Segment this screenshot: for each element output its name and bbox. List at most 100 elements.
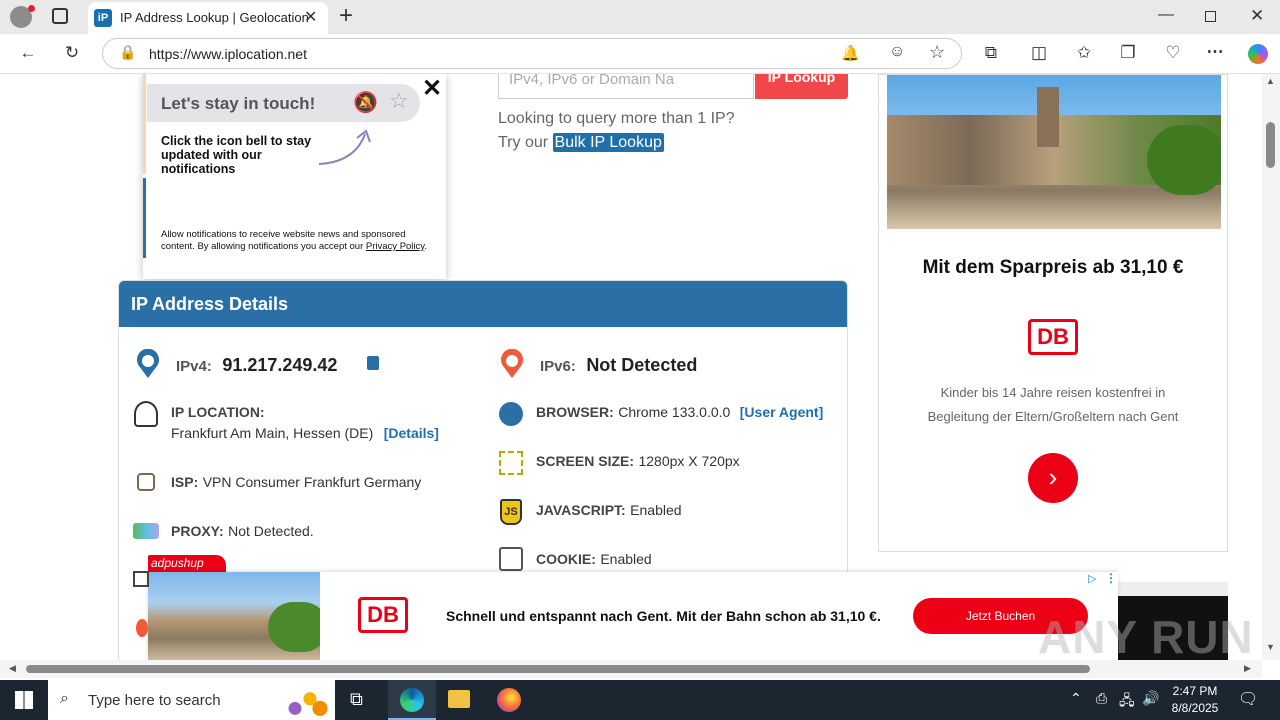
tray-chevron-icon[interactable]: ⌃ (1070, 690, 1082, 707)
popup-fineprint: Allow notifications to receive website n… (161, 229, 431, 253)
popup-title-bar: Let's stay in touch! 🔕 ☆ (147, 84, 420, 122)
isp-row: ISP: VPN Consumer Frankfurt Germany (171, 474, 421, 492)
cookie-value: Enabled (600, 551, 652, 567)
ad-options-icon[interactable]: ⋮ (1105, 571, 1117, 585)
ip-lookup-button[interactable]: IP Lookup (755, 74, 848, 99)
ip-search-input[interactable]: IPv4, IPv6 or Domain Na (498, 74, 754, 99)
javascript-label: JAVASCRIPT: (536, 502, 626, 518)
task-view-icon[interactable]: ⧉ (350, 689, 363, 710)
side-ad-placeholder (1118, 582, 1228, 596)
javascript-value: Enabled (630, 502, 682, 518)
browser-value: Chrome 133.0.0.0 (618, 404, 731, 420)
browser-toolbar: ← ↻ 🔒 https://www.iplocation.net 🔔 ☺ ☆ ⧉… (0, 34, 1280, 74)
location-row: Frankfurt Am Main, Hessen (DE) [Details] (171, 425, 439, 443)
tray-date: 8/8/2025 (1171, 701, 1219, 715)
location-details-link[interactable]: [Details] (384, 425, 439, 441)
popup-fineprint-end: . (424, 241, 427, 252)
cookie-label: COOKIE: (536, 551, 596, 567)
window-close-icon[interactable]: ✕ (1250, 6, 1264, 26)
notification-center-icon[interactable]: 🗨 (1238, 689, 1258, 709)
isp-label: ISP: (171, 474, 199, 490)
taskbar-search-box[interactable]: ⌕ Type here to search (48, 680, 335, 720)
scroll-left-icon[interactable]: ◀ (9, 663, 16, 674)
privacy-policy-link[interactable]: Privacy Policy (366, 241, 424, 252)
notification-popup: Let's stay in touch! 🔕 ☆ Click the icon … (143, 74, 446, 279)
city-photo (887, 75, 1221, 229)
bulk-try-row: Try our Bulk IP Lookup (498, 133, 664, 152)
new-tab-button[interactable]: + (339, 2, 353, 30)
split-screen-icon[interactable]: ◫ (1027, 43, 1051, 63)
search-highlight-flowers-icon (280, 686, 330, 718)
url-text[interactable]: https://www.iplocation.net (149, 46, 307, 62)
tray-volume-icon[interactable]: 🔊 (1142, 690, 1159, 707)
scroll-up-icon[interactable]: ▲ (1266, 76, 1275, 86)
ipv4-value: 91.217.249.42 (222, 355, 338, 375)
page-viewport: IPv4, IPv6 or Domain Na IP Lookup Lookin… (0, 74, 1262, 660)
javascript-row: JAVASCRIPT: Enabled (536, 502, 682, 520)
bottom-db-logo: DB (358, 597, 408, 633)
bulk-prompt: Looking to query more than 1 IP? (498, 110, 735, 127)
lock-icon[interactable]: 🔒 (119, 44, 136, 61)
scroll-right-icon[interactable]: ▶ (1244, 663, 1251, 674)
popup-title: Let's stay in touch! (161, 94, 316, 113)
scroll-down-icon[interactable]: ▼ (1266, 642, 1275, 652)
ip-search-placeholder: IPv4, IPv6 or Domain Na (509, 74, 675, 88)
curved-arrow-icon (318, 129, 371, 165)
screen-row: SCREEN SIZE: 1280px X 720px (536, 453, 740, 471)
reload-icon[interactable]: ↻ (60, 43, 84, 63)
taskbar-edge-active[interactable] (388, 680, 436, 720)
popup-accent-top (143, 74, 146, 174)
edge-icon (400, 688, 424, 712)
minimize-icon[interactable]: — (1158, 6, 1174, 24)
active-tab[interactable]: iP IP Address Lookup | Geolocation ✕ (88, 2, 328, 34)
profile-badge (28, 5, 35, 12)
vertical-scroll-thumb[interactable] (1266, 122, 1275, 168)
popup-close-icon[interactable]: ✕ (422, 74, 442, 103)
popup-message: Click the icon bell to stay updated with… (161, 134, 312, 176)
extensions-icon[interactable]: ⧉ (979, 43, 1003, 63)
restore-icon[interactable] (1205, 11, 1216, 22)
tab-close-icon[interactable]: ✕ (304, 7, 317, 27)
copy-icon[interactable] (367, 356, 379, 370)
side-ad-headline: Mit dem Sparpreis ab 31,10 € (922, 257, 1184, 278)
browser-essentials-icon[interactable]: ♡ (1161, 43, 1185, 63)
bottom-ad-tree (268, 602, 320, 652)
popup-star-icon[interactable]: ☆ (389, 88, 409, 114)
adchoices-icon[interactable]: ▷ (1088, 572, 1096, 585)
notification-bell-icon[interactable]: 🔔 (841, 44, 860, 62)
bell-off-icon[interactable]: 🔕 (353, 90, 378, 115)
ipv6-value: Not Detected (586, 355, 698, 375)
side-ad[interactable]: Mit dem Sparpreis ab 31,10 € DB Kinder b… (878, 74, 1228, 552)
horizontal-scrollbar[interactable]: ◀ ▶ (0, 660, 1262, 678)
favorites-icon[interactable]: ✩ (1072, 43, 1096, 63)
screen-label: SCREEN SIZE: (536, 453, 635, 469)
ip-details-header: IP Address Details (119, 281, 847, 327)
tray-network-icon[interactable]: 🖧 (1119, 690, 1135, 714)
vertical-scrollbar[interactable]: ▲ ▼ (1262, 74, 1280, 660)
bottom-ad[interactable]: DB Schnell und entspannt nach Gent. Mit … (148, 571, 1118, 660)
side-ad-arrow-button[interactable]: › (1028, 453, 1078, 503)
firefox-icon[interactable] (497, 688, 521, 712)
browser-label: BROWSER: (536, 404, 614, 420)
file-explorer-icon[interactable] (448, 690, 470, 708)
collections-icon[interactable]: ❐ (1116, 43, 1140, 63)
tab-actions-icon[interactable] (52, 8, 68, 24)
back-icon[interactable]: ← (16, 43, 40, 63)
copilot-icon[interactable] (1248, 44, 1268, 64)
screen-size-icon (499, 451, 523, 475)
javascript-icon: JS (500, 499, 522, 525)
tray-clock[interactable]: 2:47 PM 8/8/2025 (1166, 683, 1224, 717)
reading-mode-icon[interactable]: ☺ (889, 43, 905, 61)
proxy-row: PROXY: Not Detected. (171, 523, 314, 541)
screen-value: 1280px X 720px (638, 453, 740, 469)
user-agent-link[interactable]: [User Agent] (740, 404, 824, 420)
bulk-lookup-link[interactable]: Bulk IP Lookup (552, 133, 664, 152)
location-value: Frankfurt Am Main, Hessen (DE) (171, 425, 374, 441)
horizontal-scroll-thumb[interactable] (26, 665, 1090, 673)
windows-start-icon[interactable] (15, 691, 33, 709)
tray-device-icon[interactable]: ⎙ (1096, 690, 1107, 707)
favorite-star-icon[interactable]: ☆ (929, 42, 945, 63)
address-bar[interactable]: 🔒 https://www.iplocation.net 🔔 ☺ ☆ (102, 38, 962, 69)
more-menu-icon[interactable]: ⋯ (1203, 42, 1227, 62)
tab-bar: iP IP Address Lookup | Geolocation ✕ + —… (0, 0, 1280, 34)
